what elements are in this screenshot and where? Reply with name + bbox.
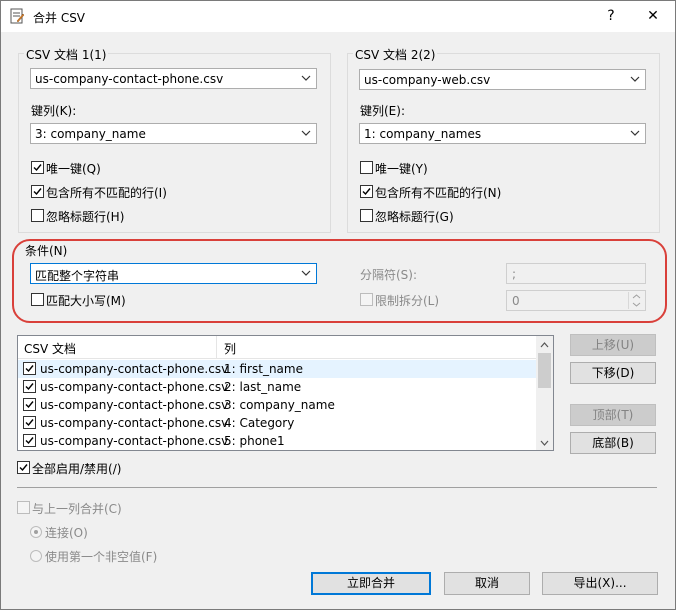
doc1-key-label: 键列(K): [31, 104, 77, 118]
chevron-down-icon [629, 126, 641, 140]
limit-split-value: 0 [512, 294, 520, 308]
merge-prev-label: 与上一列合并(C) [32, 502, 122, 516]
cancel-button[interactable]: 取消 [444, 572, 530, 595]
app-icon [9, 8, 25, 24]
title-bar: 合并 CSV ? ✕ [1, 1, 675, 32]
condition-match-value: 匹配整个字符串 [35, 269, 120, 283]
row-column: 5: phone1 [224, 434, 285, 448]
condition-group-label: 条件(N) [25, 244, 68, 258]
separator-value: ; [512, 267, 517, 281]
chevron-down-icon [300, 266, 312, 280]
move-top-button[interactable]: 顶部(T) [570, 404, 656, 426]
chevron-down-icon [300, 126, 312, 140]
doc2-ignore-header-checkbox[interactable] [360, 209, 373, 222]
limit-split-checkbox[interactable] [360, 293, 373, 306]
doc1-file-select[interactable]: us-company-contact-phone.csv [30, 68, 317, 89]
condition-match-select[interactable]: 匹配整个字符串 [30, 263, 317, 284]
doc2-key-label: 键列(E): [360, 104, 405, 118]
doc2-file-value: us-company-web.csv [364, 73, 491, 87]
row-doc: us-company-contact-phone.csv [40, 362, 229, 376]
doc1-unique-key-label: 唯一键(Q) [46, 162, 101, 176]
merge-prev-checkbox[interactable] [17, 501, 30, 514]
scroll-thumb[interactable] [538, 353, 551, 388]
row-checkbox[interactable] [23, 416, 36, 429]
table-row[interactable]: us-company-contact-phone.csv 1: first_na… [18, 360, 537, 378]
help-button[interactable]: ? [597, 5, 625, 27]
move-up-button[interactable]: 上移(U) [570, 334, 656, 356]
row-checkbox[interactable] [23, 398, 36, 411]
table-row[interactable]: us-company-contact-phone.csv 2: last_nam… [18, 378, 537, 396]
merge-csv-dialog: 合并 CSV ? ✕ CSV 文档 1(1) us-company-contac… [0, 0, 676, 610]
match-case-label: 匹配大小写(M) [46, 294, 126, 308]
row-doc: us-company-contact-phone.csv [40, 380, 229, 394]
doc2-ignore-header-label: 忽略标题行(G) [375, 210, 454, 224]
table-row[interactable]: us-company-contact-phone.csv 4: Category [18, 414, 537, 432]
row-doc: us-company-contact-phone.csv [40, 398, 229, 412]
first-nonempty-radio[interactable] [30, 550, 42, 562]
row-column: 1: first_name [224, 362, 303, 376]
doc1-key-select[interactable]: 3: company_name [30, 123, 317, 144]
doc1-unique-key-checkbox[interactable] [31, 161, 44, 174]
chevron-down-icon [629, 72, 641, 86]
table-row[interactable]: us-company-contact-phone.csv 5: phone1 [18, 432, 537, 450]
separator-input[interactable]: ; [506, 263, 646, 284]
enable-all-label: 全部启用/禁用(/) [32, 462, 122, 476]
doc1-key-value: 3: company_name [35, 127, 146, 141]
row-doc: us-company-contact-phone.csv [40, 416, 229, 430]
export-button[interactable]: 导出(X)... [542, 572, 658, 595]
row-checkbox[interactable] [23, 380, 36, 393]
doc2-key-select[interactable]: 1: company_names [359, 123, 646, 144]
list-header: CSV 文档 列 [18, 336, 537, 359]
doc2-unique-key-checkbox[interactable] [360, 161, 373, 174]
move-down-button[interactable]: 下移(D) [570, 362, 656, 384]
row-checkbox[interactable] [23, 434, 36, 447]
doc2-include-unmatched-label: 包含所有不匹配的行(N) [375, 186, 502, 200]
list-scrollbar[interactable] [536, 336, 553, 450]
scroll-up-icon[interactable] [539, 339, 550, 353]
row-column: 2: last_name [224, 380, 302, 394]
doc1-include-unmatched-checkbox[interactable] [31, 185, 44, 198]
spin-buttons[interactable] [628, 292, 644, 309]
limit-split-stepper[interactable]: 0 [506, 290, 646, 311]
row-column: 3: company_name [224, 398, 335, 412]
close-button[interactable]: ✕ [639, 5, 667, 27]
table-row[interactable]: us-company-contact-phone.csv 3: company_… [18, 396, 537, 414]
column-separator[interactable] [216, 336, 217, 358]
match-case-checkbox[interactable] [31, 293, 44, 306]
header-column: 列 [224, 342, 237, 356]
move-bottom-button[interactable]: 底部(B) [570, 432, 656, 454]
row-doc: us-company-contact-phone.csv [40, 434, 229, 448]
doc2-key-value: 1: company_names [364, 127, 482, 141]
columns-list[interactable]: CSV 文档 列 us-company-contact-phone.csv 1:… [17, 335, 554, 451]
row-column: 4: Category [224, 416, 295, 430]
doc1-group-label: CSV 文档 1(1) [24, 46, 109, 63]
doc2-unique-key-label: 唯一键(Y) [375, 162, 428, 176]
doc1-ignore-header-checkbox[interactable] [31, 209, 44, 222]
enable-all-checkbox[interactable] [17, 461, 30, 474]
row-checkbox[interactable] [23, 362, 36, 375]
first-nonempty-label: 使用第一个非空值(F) [45, 550, 158, 564]
doc1-file-value: us-company-contact-phone.csv [35, 72, 224, 86]
header-csv-doc: CSV 文档 [24, 342, 77, 356]
scroll-down-icon[interactable] [539, 437, 550, 450]
chevron-down-icon [300, 71, 312, 85]
window-title: 合并 CSV [33, 11, 86, 25]
doc1-ignore-header-label: 忽略标题行(H) [46, 210, 125, 224]
separator-label: 分隔符(S): [360, 268, 418, 282]
join-radio[interactable] [30, 526, 42, 538]
join-label: 连接(O) [45, 526, 88, 540]
doc2-file-select[interactable]: us-company-web.csv [359, 69, 646, 90]
divider [17, 487, 657, 488]
doc2-include-unmatched-checkbox[interactable] [360, 185, 373, 198]
doc2-group-label: CSV 文档 2(2) [353, 46, 438, 63]
merge-now-button[interactable]: 立即合并 [311, 572, 431, 595]
doc1-include-unmatched-label: 包含所有不匹配的行(I) [46, 186, 167, 200]
limit-split-label: 限制拆分(L) [375, 294, 440, 308]
